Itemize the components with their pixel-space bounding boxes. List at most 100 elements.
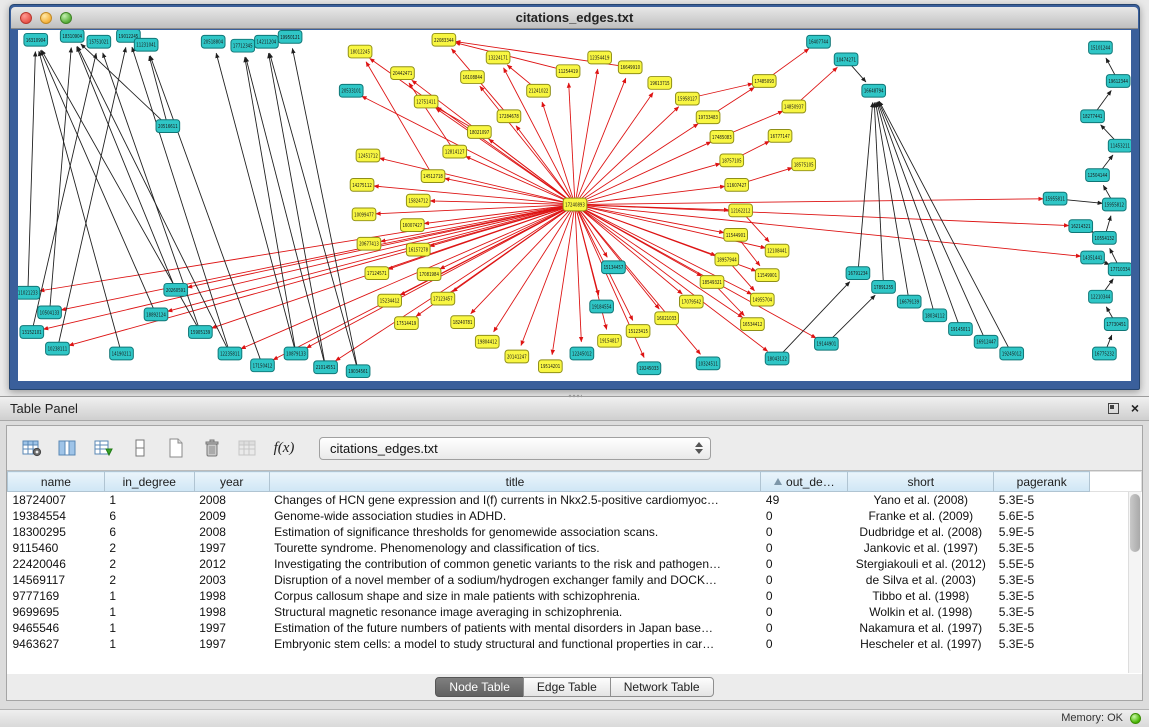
graph-edge[interactable] xyxy=(575,205,1069,226)
graph-edge[interactable] xyxy=(61,205,575,310)
graph-node[interactable]: 11254419 xyxy=(556,65,580,78)
select-all-button[interactable] xyxy=(89,434,119,462)
graph-node[interactable]: 12162212 xyxy=(729,204,753,217)
graph-node[interactable]: 17240893 xyxy=(563,198,587,211)
graph-node[interactable]: 10879133 xyxy=(284,347,308,360)
column-header-title[interactable]: title xyxy=(269,472,761,492)
network-window-titlebar[interactable]: citations_edges.txt xyxy=(11,7,1138,29)
table-row[interactable]: 1456911722003Disruption of a novel membe… xyxy=(8,572,1142,588)
graph-node[interactable]: 14955704 xyxy=(750,293,774,306)
graph-node[interactable]: 11607427 xyxy=(725,179,749,192)
show-columns-button[interactable] xyxy=(53,434,83,462)
graph-node[interactable]: 12235811 xyxy=(218,347,242,360)
graph-node[interactable]: 12504144 xyxy=(1086,169,1110,182)
panel-resize-handle[interactable] xyxy=(568,394,582,398)
tab-node-table[interactable]: Node Table xyxy=(435,677,524,697)
graph-node[interactable]: 11549901 xyxy=(755,269,779,282)
graph-node[interactable]: 12751411 xyxy=(414,95,438,108)
table-row[interactable]: 911546021997Tourette syndrome. Phenomeno… xyxy=(8,540,1142,556)
function-builder-button[interactable]: f(x) xyxy=(269,434,299,462)
graph-node[interactable]: 16679139 xyxy=(897,295,921,308)
graph-edge[interactable] xyxy=(575,69,598,204)
graph-node[interactable]: 14850937 xyxy=(782,100,806,113)
graph-edge[interactable] xyxy=(409,83,455,152)
graph-node[interactable]: 17891255 xyxy=(872,281,896,294)
graph-node[interactable]: 20141247 xyxy=(505,350,529,363)
graph-node[interactable]: 14512718 xyxy=(421,170,445,183)
graph-node[interactable]: 16649910 xyxy=(618,61,642,74)
graph-edge[interactable] xyxy=(575,199,1043,205)
table-row[interactable]: 946362711997Embryonic stem cells: a mode… xyxy=(8,636,1142,652)
graph-node[interactable]: 12245012 xyxy=(570,347,594,360)
graph-edge[interactable] xyxy=(521,205,575,346)
graph-node[interactable]: 22083344 xyxy=(432,33,456,46)
graph-node[interactable]: 17712345 xyxy=(231,39,255,52)
graph-node[interactable]: 19184554 xyxy=(590,300,614,313)
graph-node[interactable]: 18012245 xyxy=(348,45,372,58)
graph-node[interactable]: 18021097 xyxy=(468,126,492,139)
close-button[interactable] xyxy=(20,12,32,24)
graph-node[interactable]: 19733483 xyxy=(696,111,720,124)
graph-edge[interactable] xyxy=(50,48,72,313)
graph-node[interactable]: 18892124 xyxy=(144,308,168,321)
graph-edge[interactable] xyxy=(858,103,873,274)
graph-edge[interactable] xyxy=(28,52,36,293)
graph-node[interactable]: 20442471 xyxy=(391,67,415,80)
column-header-in_degree[interactable]: in_degree xyxy=(104,472,194,492)
graph-node[interactable]: 15958127 xyxy=(676,92,700,105)
graph-node[interactable]: 17150412 xyxy=(251,359,275,372)
graph-node[interactable]: 14351441 xyxy=(1081,251,1105,264)
graph-node[interactable]: 17081984 xyxy=(417,268,441,281)
delete-table-button[interactable] xyxy=(197,434,227,462)
graph-node[interactable]: 17730451 xyxy=(1104,318,1128,331)
graph-node[interactable]: 11231041 xyxy=(134,38,158,51)
graph-node[interactable]: 15824712 xyxy=(406,194,430,207)
new-table-button[interactable] xyxy=(161,434,191,462)
graph-node[interactable]: 16534412 xyxy=(741,318,765,331)
graph-node[interactable]: 20518804 xyxy=(201,35,225,48)
graph-edge[interactable] xyxy=(826,295,875,344)
table-row[interactable]: 977716911998Corpus callosum shape and si… xyxy=(8,588,1142,604)
graph-node[interactable]: 19034561 xyxy=(346,365,370,378)
graph-node[interactable]: 16775232 xyxy=(1093,347,1117,360)
column-header-short[interactable]: short xyxy=(848,472,994,492)
graph-node[interactable]: 16791234 xyxy=(846,267,870,280)
graph-edge[interactable] xyxy=(874,103,883,287)
graph-node[interactable]: 15101244 xyxy=(1089,41,1113,54)
table-options-button[interactable] xyxy=(17,434,47,462)
graph-edge[interactable] xyxy=(575,78,626,204)
graph-node[interactable]: 12814127 xyxy=(443,145,467,158)
graph-node[interactable]: 18043122 xyxy=(765,352,789,365)
column-header-out_degree[interactable]: out_de… xyxy=(761,472,848,492)
graph-edge[interactable] xyxy=(471,205,575,314)
graph-node[interactable]: 16912447 xyxy=(974,335,998,348)
graph-node[interactable]: 18277441 xyxy=(1081,110,1105,123)
graph-node[interactable]: 15123415 xyxy=(626,325,650,338)
graph-node[interactable]: 14190211 xyxy=(110,347,134,360)
graph-node[interactable]: 18549321 xyxy=(700,276,724,289)
graph-node[interactable]: 14275112 xyxy=(350,179,374,192)
graph-node[interactable]: 10554132 xyxy=(1093,231,1117,244)
graph-edge[interactable] xyxy=(335,205,575,361)
graph-node[interactable]: 15134457 xyxy=(602,261,626,274)
graph-node[interactable]: 12108441 xyxy=(765,244,789,257)
graph-edge[interactable] xyxy=(43,205,575,330)
table-row[interactable]: 2242004622012Investigating the contribut… xyxy=(8,556,1142,572)
graph-node[interactable]: 11453211 xyxy=(1108,139,1131,152)
graph-edge[interactable] xyxy=(466,156,575,204)
tab-edge-table[interactable]: Edge Table xyxy=(523,677,611,697)
graph-node[interactable]: 20516611 xyxy=(156,120,180,133)
zoom-button[interactable] xyxy=(60,12,72,24)
graph-edge[interactable] xyxy=(575,93,653,205)
graph-edge[interactable] xyxy=(575,124,698,205)
row-height-button[interactable] xyxy=(125,434,155,462)
graph-node[interactable]: 19245033 xyxy=(637,362,661,375)
graph-edge[interactable] xyxy=(269,53,326,367)
graph-node[interactable]: 16777147 xyxy=(768,130,792,143)
graph-node[interactable]: 18575105 xyxy=(792,158,816,171)
graph-edge[interactable] xyxy=(575,205,752,295)
graph-node[interactable]: 19804412 xyxy=(475,335,499,348)
tab-network-table[interactable]: Network Table xyxy=(610,677,714,697)
table-row[interactable]: 1830029562008Estimation of significance … xyxy=(8,524,1142,540)
graph-node[interactable]: 16021033 xyxy=(655,312,679,325)
